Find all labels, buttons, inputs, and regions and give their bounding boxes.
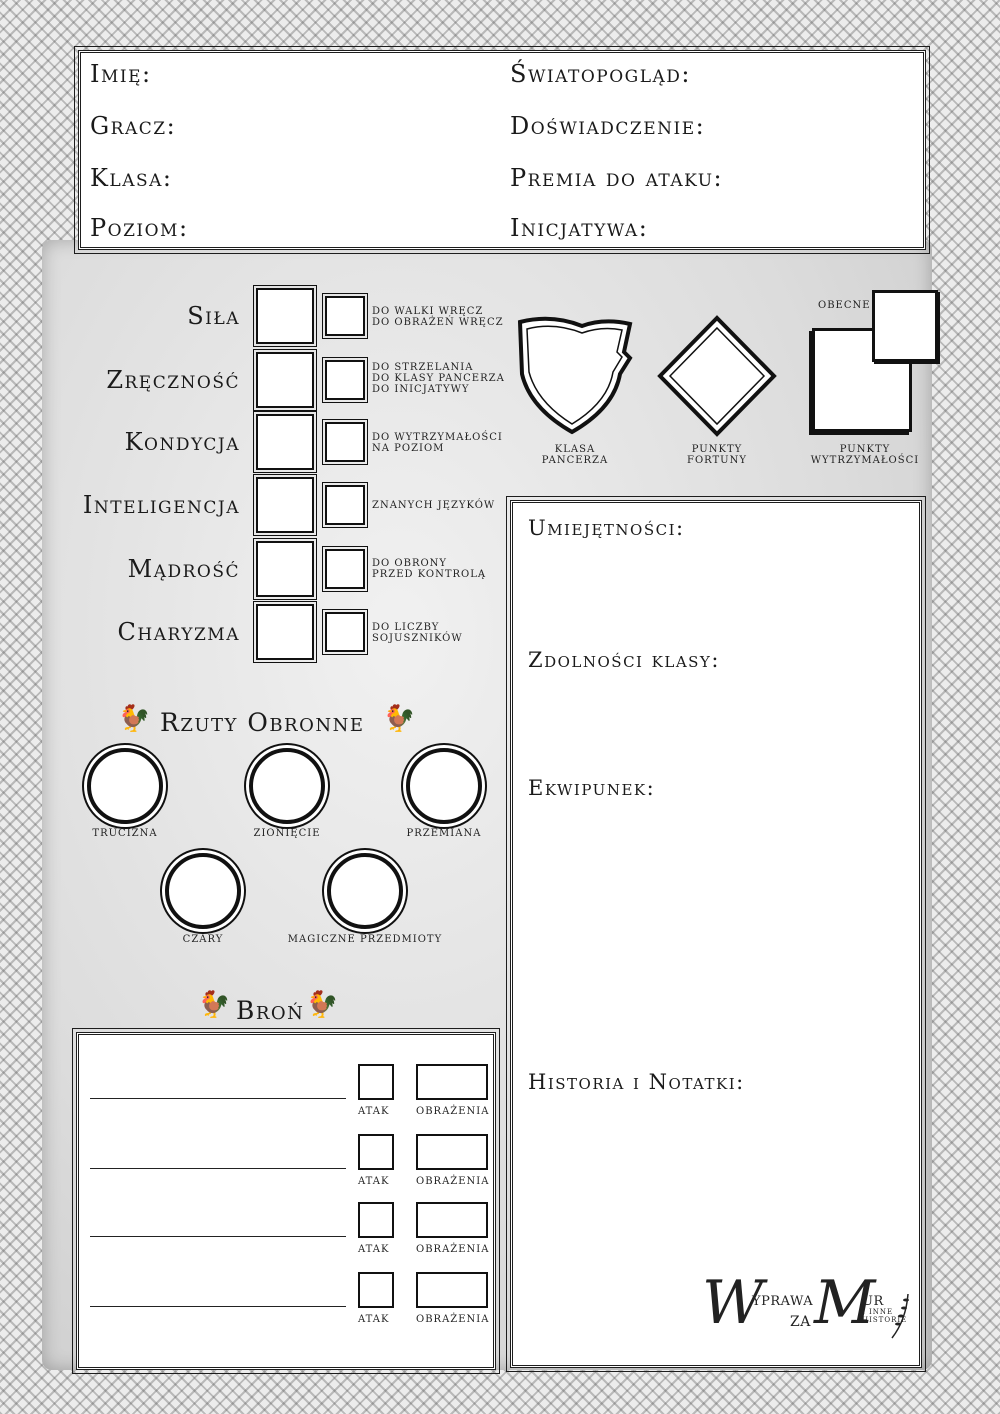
weapon-attack-box[interactable] [358, 1202, 394, 1238]
attribute-name: Mądrość [127, 555, 240, 583]
weapon-name-line[interactable] [90, 1168, 346, 1169]
attribute-name: Charyzma [117, 618, 240, 646]
class-abilities-label: Zdolności klasy: [528, 648, 720, 672]
armor-class-label: pancerza [541, 455, 609, 466]
attribute-modifier-box[interactable] [322, 482, 368, 528]
attribute-score-box[interactable] [253, 349, 317, 411]
weapon-attack-label: Atak [358, 1106, 390, 1117]
weapon-attack-label: Atak [358, 1244, 390, 1255]
fortune-points-label: Punkty [691, 444, 743, 455]
attribute-note: znanych języków [372, 500, 496, 511]
attribute-score-box[interactable] [253, 474, 317, 536]
fortune-points-label: fortuny [687, 455, 747, 466]
class-label: Klasa: [90, 164, 173, 192]
attribute-score-box[interactable] [253, 601, 317, 663]
attribute-modifier-box[interactable] [322, 293, 368, 339]
save-spells-circle[interactable] [165, 853, 241, 929]
initiative-label: Inicjatywa: [510, 214, 649, 242]
attribute-modifier-box[interactable] [322, 609, 368, 655]
hit-points-label: Punkty [839, 444, 891, 455]
attribute-score-box[interactable] [253, 285, 317, 347]
attribute-note: na poziom [372, 443, 445, 454]
attribute-name: Inteligencja [82, 491, 240, 519]
save-magic-items-circle[interactable] [327, 853, 403, 929]
attribute-note: sojuszników [372, 633, 463, 644]
attribute-note: do liczby [372, 622, 440, 633]
save-breath-circle[interactable] [249, 748, 325, 824]
save-poison-label: Trucizna [92, 828, 158, 839]
save-poison-circle[interactable] [87, 748, 163, 824]
attribute-score-box[interactable] [253, 411, 317, 473]
weapon-attack-box[interactable] [358, 1134, 394, 1170]
experience-label: Doświadczenie: [510, 112, 706, 140]
skills-label: Umiejętności: [528, 516, 685, 540]
character-header-box [74, 46, 930, 254]
save-transformation-circle[interactable] [406, 748, 482, 824]
weapon-name-line[interactable] [90, 1306, 346, 1307]
save-transformation-label: Przemiana [406, 828, 482, 839]
notes-box [506, 496, 926, 1372]
rooster-icon: 🐓 [306, 990, 339, 1020]
weapon-name-line[interactable] [90, 1236, 346, 1237]
current-hp-label: Obecne [818, 300, 871, 311]
weapons-title: Broń [236, 996, 305, 1025]
attribute-note: do klasy pancerza [372, 373, 505, 384]
weapon-damage-label: Obrażenia [416, 1314, 490, 1325]
attribute-name: Kondycja [124, 428, 240, 456]
save-magic-items-label: Magiczne przedmioty [287, 934, 443, 945]
attribute-modifier-box[interactable] [322, 419, 368, 465]
attribute-note: przed kontrolą [372, 569, 487, 580]
attack-bonus-label: Premia do ataku: [510, 164, 724, 192]
weapon-damage-box[interactable] [416, 1134, 488, 1170]
save-breath-label: Zionięcie [253, 828, 321, 839]
attribute-note: do walki wręcz [372, 306, 484, 317]
history-notes-label: Historia i Notatki: [528, 1070, 745, 1094]
attribute-modifier-box[interactable] [322, 357, 368, 403]
weapon-attack-box[interactable] [358, 1272, 394, 1308]
armor-class-shield-icon[interactable] [512, 312, 636, 438]
equipment-label: Ekwipunek: [528, 776, 656, 800]
hit-points-label: wytrzymałości [810, 455, 920, 466]
weapon-damage-label: Obrażenia [416, 1106, 490, 1117]
attribute-note: do strzelania [372, 362, 474, 373]
attribute-note: do obrażeń wręcz [372, 317, 504, 328]
logo-text-ur: UR [862, 1294, 884, 1309]
saving-throws-title: Rzuty Obronne [160, 708, 365, 737]
logo-text-yprawa: YPRAWA [752, 1294, 814, 1309]
save-spells-label: Czary [182, 934, 224, 945]
rooster-icon: 🐓 [383, 704, 416, 734]
current-hit-points-box[interactable] [872, 290, 938, 362]
attribute-name: Siła [187, 302, 240, 330]
rooster-icon: 🐓 [198, 990, 231, 1020]
armor-class-label: Klasa [554, 444, 596, 455]
logo-text-za: ZA [790, 1314, 811, 1330]
level-label: Poziom: [90, 214, 189, 242]
weapon-damage-label: Obrażenia [416, 1244, 490, 1255]
weapon-name-line[interactable] [90, 1098, 346, 1099]
alignment-label: Światopogląd: [510, 60, 691, 88]
attribute-score-box[interactable] [253, 538, 317, 600]
weapon-damage-box[interactable] [416, 1272, 488, 1308]
attribute-note: do wytrzymałości [372, 432, 503, 443]
laurel-branch-icon [891, 1293, 909, 1339]
weapon-damage-label: Obrażenia [416, 1176, 490, 1187]
attribute-name: Zręczność [106, 366, 240, 394]
name-label: Imię: [90, 60, 152, 88]
weapon-attack-box[interactable] [358, 1064, 394, 1100]
weapon-damage-box[interactable] [416, 1202, 488, 1238]
weapon-damage-box[interactable] [416, 1064, 488, 1100]
weapon-attack-label: Atak [358, 1176, 390, 1187]
attribute-modifier-box[interactable] [322, 546, 368, 592]
attribute-note: do inicjatywy [372, 384, 470, 395]
player-label: Gracz: [90, 112, 177, 140]
attribute-note: do obrony [372, 558, 448, 569]
fortune-points-diamond-icon[interactable] [656, 314, 778, 438]
weapon-attack-label: Atak [358, 1314, 390, 1325]
rooster-icon: 🐓 [118, 704, 151, 734]
